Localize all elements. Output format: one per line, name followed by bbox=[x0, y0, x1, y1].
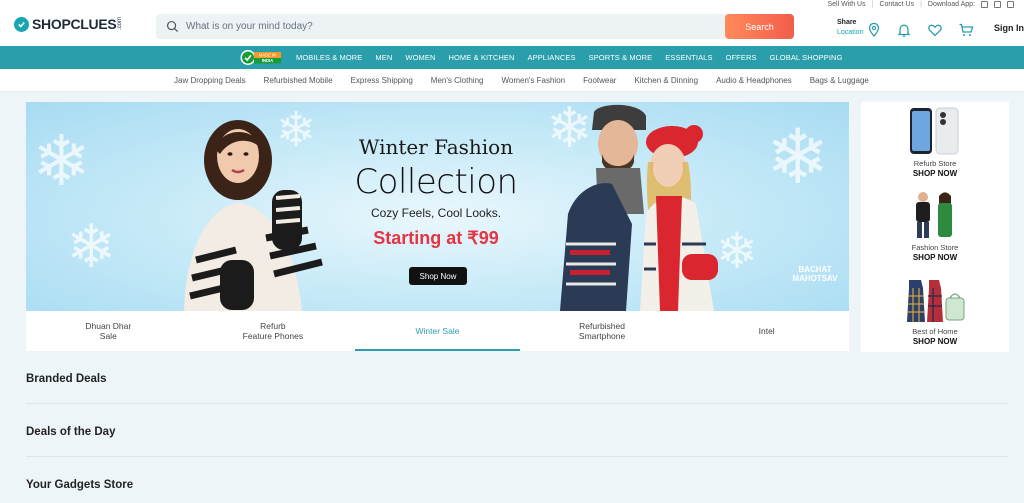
mobile-site-icon[interactable] bbox=[1007, 1, 1014, 8]
section-deals-of-the-day: Deals of the Day bbox=[26, 426, 116, 438]
logo-text: SHOPCLUES bbox=[32, 16, 117, 32]
tab-label: Sale bbox=[99, 331, 117, 341]
apple-icon[interactable] bbox=[994, 1, 1001, 8]
tab-label: Intel bbox=[758, 326, 775, 336]
nav-item-women[interactable]: WOMEN bbox=[405, 53, 435, 62]
banner-tabs: Dhuan Dhar Sale Refurb Feature Phones Wint… bbox=[26, 311, 849, 351]
subnav-item-kitchen-dinning[interactable]: Kitchen & Dinning bbox=[634, 76, 698, 85]
sign-in-link[interactable]: Sign In bbox=[994, 23, 1024, 33]
logo-check-icon bbox=[14, 16, 29, 32]
winter-model-couple-image bbox=[560, 104, 718, 311]
notification-bell-icon[interactable] bbox=[896, 22, 912, 38]
home-aprons-icon bbox=[907, 280, 965, 322]
category-nav: MADE IN INDIA MOBILES & MORE MEN WOMEN H… bbox=[0, 46, 1024, 69]
cart-icon[interactable] bbox=[958, 22, 974, 38]
location-label: Location bbox=[837, 29, 864, 36]
made-in-india-badge: MADE IN INDIA bbox=[240, 50, 281, 65]
section-branded-deals: Branded Deals bbox=[26, 373, 107, 385]
section-gadgets-store: Your Gadgets Store bbox=[26, 479, 134, 491]
subnav-item-express-shipping[interactable]: Express Shipping bbox=[351, 76, 413, 85]
subnav-item-refurbished-mobile[interactable]: Refurbished Mobile bbox=[264, 76, 333, 85]
fashion-models-icon bbox=[916, 192, 952, 238]
divider: | bbox=[871, 1, 874, 8]
location-pin-icon[interactable] bbox=[866, 22, 882, 38]
store-card-home[interactable]: Best of Home SHOP NOW bbox=[861, 270, 1009, 353]
india-label: INDIA bbox=[262, 58, 273, 63]
tab-winter-sale[interactable]: Winter Sale bbox=[355, 311, 520, 351]
subnav-item-audio-headphones[interactable]: Audio & Headphones bbox=[716, 76, 792, 85]
shop-now-label: SHOP NOW bbox=[912, 253, 958, 262]
snowflake-icon: ❄ bbox=[32, 120, 91, 202]
sub-nav: Jaw Dropping Deals Refurbished Mobile Ex… bbox=[0, 69, 1024, 92]
nav-item-sports[interactable]: SPORTS & MORE bbox=[589, 53, 653, 62]
store-name: Best of Home bbox=[912, 327, 958, 336]
sub-nav-items: Jaw Dropping Deals Refurbished Mobile Ex… bbox=[174, 69, 887, 92]
tab-label: Refurb bbox=[260, 321, 286, 331]
subnav-item-womens-fashion[interactable]: Women's Fashion bbox=[501, 76, 565, 85]
store-name: Fashion Store bbox=[911, 243, 959, 252]
tab-label: Winter Sale bbox=[415, 326, 460, 336]
banner-title-line1: Winter Fashion bbox=[358, 135, 514, 159]
sell-with-us-link[interactable]: Sell With Us bbox=[828, 1, 866, 8]
contact-us-link[interactable]: Contact Us bbox=[879, 1, 914, 8]
winter-model-woman-image bbox=[184, 120, 323, 311]
tab-intel[interactable]: Intel bbox=[684, 311, 849, 351]
store-cards: Refurb Store SHOP NOW Fashion Store SHOP… bbox=[861, 102, 1009, 352]
shop-now-label: SHOP NOW bbox=[912, 169, 958, 178]
nav-item-mobiles[interactable]: MOBILES & MORE bbox=[296, 53, 362, 62]
nav-item-men[interactable]: MEN bbox=[375, 53, 392, 62]
store-card-refurb[interactable]: Refurb Store SHOP NOW bbox=[861, 102, 1009, 185]
nav-item-global-shopping[interactable]: GLOBAL SHOPPING bbox=[770, 53, 843, 62]
bachat-mahotsav-badge: BACHAT MAHOTSAV bbox=[790, 265, 840, 283]
subnav-item-bags-luggage[interactable]: Bags & Luggage bbox=[810, 76, 869, 85]
nav-item-offers[interactable]: OFFERS bbox=[726, 53, 757, 62]
badge-line2: MAHOTSAV bbox=[792, 274, 838, 283]
badge-line1: BACHAT bbox=[798, 265, 832, 274]
category-nav-items: MOBILES & MORE MEN WOMEN HOME & KITCHEN … bbox=[296, 46, 856, 69]
download-app-label: Download App: bbox=[927, 1, 975, 8]
tab-refurb-feature-phones[interactable]: Refurb Feature Phones bbox=[191, 311, 356, 351]
store-name: Refurb Store bbox=[913, 159, 957, 168]
hero-banner[interactable]: ❄ ❄ ❄ ❄ ❄ ❄ Winter Fashion Collection Co… bbox=[26, 102, 849, 311]
phones-icon bbox=[910, 107, 959, 155]
tab-label: Dhuan Dhar bbox=[85, 321, 132, 331]
tab-refurbished-smartphone[interactable]: Refurbished Smartphone bbox=[520, 311, 685, 351]
banner-shop-now-button[interactable]: Shop Now bbox=[409, 267, 467, 285]
snowflake-icon: ❄ bbox=[66, 212, 117, 282]
tab-label: Smartphone bbox=[578, 331, 626, 341]
wishlist-heart-icon[interactable] bbox=[927, 22, 943, 38]
logo-suffix: .com bbox=[117, 17, 124, 31]
banner-price: Starting at ₹99 bbox=[373, 228, 499, 248]
nav-item-appliances[interactable]: APPLIANCES bbox=[527, 53, 575, 62]
divider: | bbox=[920, 1, 922, 8]
shop-now-label: SHOP NOW bbox=[912, 337, 958, 346]
subnav-item-mens-clothing[interactable]: Men's Clothing bbox=[431, 76, 484, 85]
tab-label: Feature Phones bbox=[242, 331, 304, 341]
subnav-item-footwear[interactable]: Footwear bbox=[583, 76, 616, 85]
subnav-item-jaw-dropping-deals[interactable]: Jaw Dropping Deals bbox=[174, 76, 246, 85]
section-divider bbox=[26, 403, 1008, 404]
search-icon bbox=[166, 20, 179, 33]
banner-subtitle: Cozy Feels, Cool Looks. bbox=[370, 206, 502, 220]
nav-item-essentials[interactable]: ESSENTIALS bbox=[665, 53, 712, 62]
made-in-label: MADE IN bbox=[259, 53, 276, 58]
shopclues-logo[interactable]: SHOPCLUES .com bbox=[14, 15, 123, 33]
android-icon[interactable] bbox=[981, 1, 988, 8]
section-divider bbox=[26, 456, 1008, 457]
share-location[interactable]: Share Location bbox=[837, 18, 863, 38]
search-button[interactable]: Search bbox=[725, 14, 794, 39]
tab-dhuan-dhar-sale[interactable]: Dhuan Dhar Sale bbox=[26, 311, 191, 351]
nav-item-home-kitchen[interactable]: HOME & KITCHEN bbox=[448, 53, 514, 62]
search-input[interactable] bbox=[186, 17, 746, 36]
store-card-fashion[interactable]: Fashion Store SHOP NOW bbox=[861, 186, 1009, 269]
search-bar: Search bbox=[156, 14, 794, 39]
banner-title-line2: Collection bbox=[354, 162, 518, 202]
tab-label: Refurbished bbox=[579, 321, 625, 331]
site-header: SHOPCLUES .com Search Sell With Us | Con… bbox=[0, 0, 1024, 46]
top-links: Sell With Us | Contact Us | Download App… bbox=[828, 1, 1014, 8]
snowflake-icon: ❄ bbox=[766, 112, 830, 201]
share-label: Share bbox=[837, 19, 857, 26]
